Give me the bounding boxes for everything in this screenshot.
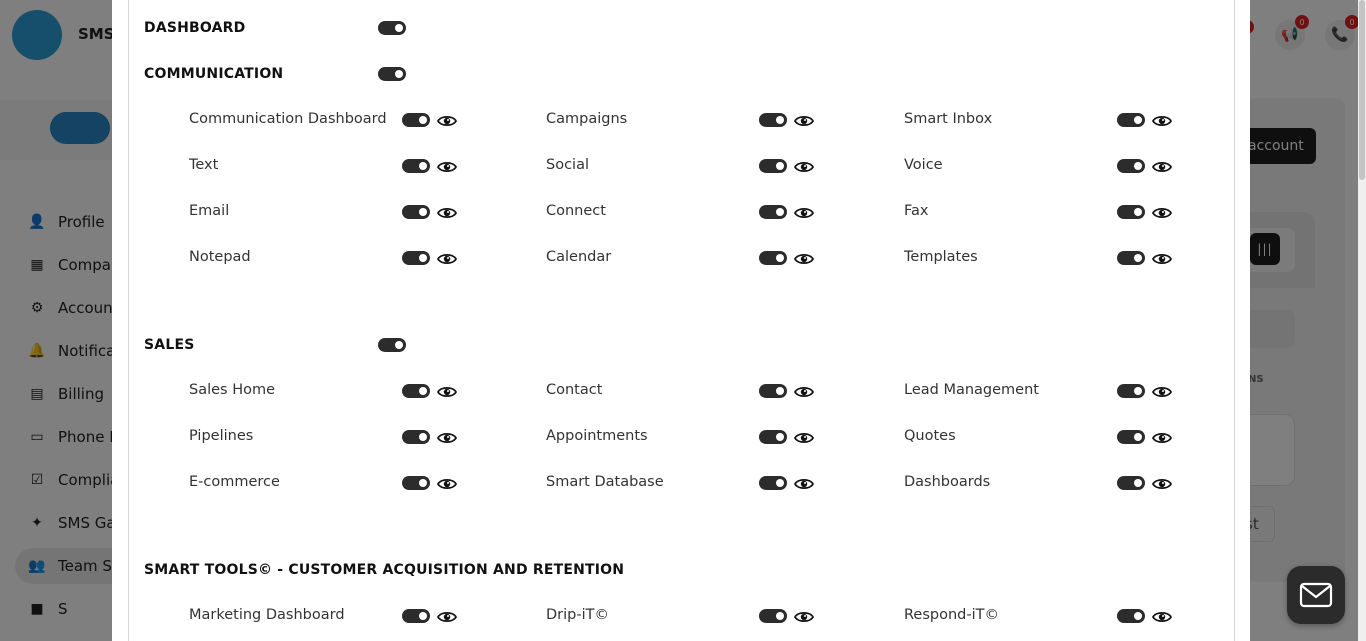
permission-label: Templates (904, 249, 978, 265)
page-scrollbar-thumb[interactable] (1359, 0, 1365, 180)
permission-label: Appointments (546, 428, 648, 444)
permission-toggle[interactable] (402, 159, 430, 173)
modal-content-frame (128, 0, 1235, 641)
permission-label: Quotes (904, 428, 956, 444)
permission-toggle[interactable] (1117, 251, 1145, 265)
permission-label: Social (546, 157, 589, 173)
permission-toggle[interactable] (759, 113, 787, 127)
permission-toggle[interactable] (759, 384, 787, 398)
permission-toggle[interactable] (402, 113, 430, 127)
permissions-modal (112, 0, 1250, 641)
permission-label: Communication Dashboard (189, 111, 387, 127)
section-toggle[interactable] (378, 21, 406, 35)
permission-toggle[interactable] (402, 384, 430, 398)
permission-label: E-commerce (189, 474, 280, 490)
eye-icon[interactable] (1151, 430, 1173, 444)
permission-label: Text (189, 157, 219, 173)
permission-toggle[interactable] (759, 609, 787, 623)
eye-icon[interactable] (793, 113, 815, 127)
eye-icon[interactable] (1151, 609, 1173, 623)
permission-label: Campaigns (546, 111, 628, 127)
eye-icon[interactable] (436, 476, 458, 490)
permission-toggle[interactable] (402, 609, 430, 623)
permission-toggle[interactable] (759, 159, 787, 173)
permission-label: Respond-iT© (904, 607, 999, 623)
section-title: COMMUNICATION (144, 66, 284, 82)
permission-label: Contact (546, 382, 603, 398)
permission-label: Fax (904, 203, 929, 219)
permission-label: Calendar (546, 249, 612, 265)
eye-icon[interactable] (436, 251, 458, 265)
eye-icon[interactable] (436, 113, 458, 127)
permission-toggle[interactable] (1117, 609, 1145, 623)
permission-toggle[interactable] (402, 430, 430, 444)
permission-toggle[interactable] (1117, 113, 1145, 127)
permission-label: Email (189, 203, 230, 219)
permission-label: Connect (546, 203, 606, 219)
permission-toggle[interactable] (759, 205, 787, 219)
section-title: DASHBOARD (144, 20, 246, 36)
permission-label: Smart Inbox (904, 111, 993, 127)
eye-icon[interactable] (1151, 251, 1173, 265)
permission-label: Dashboards (904, 474, 991, 490)
eye-icon[interactable] (1151, 113, 1173, 127)
permission-toggle[interactable] (759, 251, 787, 265)
permission-label: Drip-iT© (546, 607, 609, 623)
permission-toggle[interactable] (1117, 476, 1145, 490)
permission-toggle[interactable] (759, 430, 787, 444)
section-title: SALES (144, 337, 195, 353)
eye-icon[interactable] (793, 609, 815, 623)
eye-icon[interactable] (793, 159, 815, 173)
eye-icon[interactable] (436, 430, 458, 444)
eye-icon[interactable] (436, 609, 458, 623)
section-toggle[interactable] (378, 338, 406, 352)
eye-icon[interactable] (793, 430, 815, 444)
permission-label: Pipelines (189, 428, 254, 444)
eye-icon[interactable] (436, 205, 458, 219)
permission-toggle[interactable] (1117, 205, 1145, 219)
permission-toggle[interactable] (402, 476, 430, 490)
eye-icon[interactable] (1151, 476, 1173, 490)
permission-toggle[interactable] (1117, 430, 1145, 444)
eye-icon[interactable] (436, 384, 458, 398)
permission-toggle[interactable] (402, 205, 430, 219)
permission-toggle[interactable] (1117, 384, 1145, 398)
permission-label: Smart Database (546, 474, 664, 490)
eye-icon[interactable] (436, 159, 458, 173)
permission-label: Marketing Dashboard (189, 607, 345, 623)
eye-icon[interactable] (1151, 384, 1173, 398)
permission-label: Notepad (189, 249, 251, 265)
permission-label: Voice (904, 157, 943, 173)
eye-icon[interactable] (1151, 159, 1173, 173)
eye-icon[interactable] (1151, 205, 1173, 219)
permission-label: Lead Management (904, 382, 1039, 398)
eye-icon[interactable] (793, 251, 815, 265)
permission-toggle[interactable] (402, 251, 430, 265)
section-title: SMART TOOLS© - CUSTOMER ACQUISITION AND … (144, 562, 625, 578)
section-toggle[interactable] (378, 67, 406, 81)
envelope-icon (1299, 582, 1333, 608)
eye-icon[interactable] (793, 384, 815, 398)
eye-icon[interactable] (793, 205, 815, 219)
permission-toggle[interactable] (759, 476, 787, 490)
permission-toggle[interactable] (1117, 159, 1145, 173)
eye-icon[interactable] (793, 476, 815, 490)
permission-label: Sales Home (189, 382, 276, 398)
message-fab[interactable] (1287, 566, 1345, 624)
